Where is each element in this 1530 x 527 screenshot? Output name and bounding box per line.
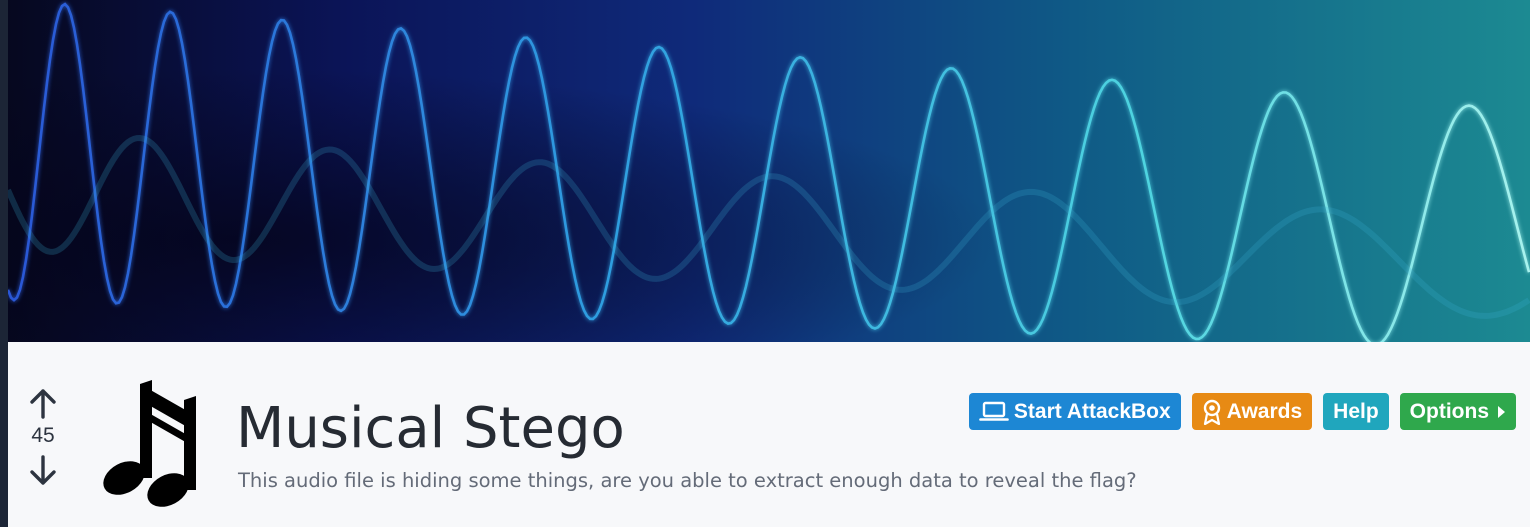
vote-widget: 45: [26, 386, 60, 488]
room-header-panel: 45 Musical Stego This audio file is hidi…: [8, 342, 1530, 527]
start-attackbox-button[interactable]: Start AttackBox: [968, 393, 1181, 430]
music-note-icon: [92, 378, 204, 510]
laptop-icon: [979, 400, 1009, 424]
awards-label: Awards: [1226, 399, 1303, 423]
room-title: Musical Stego: [236, 396, 625, 461]
room-actions: Start AttackBox Awards Help Options: [968, 393, 1516, 430]
options-label: Options: [1409, 399, 1489, 423]
start-attackbox-label: Start AttackBox: [1013, 399, 1171, 423]
room-description: This audio file is hiding some things, a…: [238, 469, 1137, 492]
awards-button[interactable]: Awards: [1191, 393, 1313, 430]
help-label: Help: [1333, 399, 1379, 423]
award-ribbon-icon: [1202, 399, 1222, 425]
arrow-down-icon[interactable]: [26, 454, 60, 488]
caret-right-icon: [1497, 405, 1506, 419]
room-banner-image: [8, 0, 1530, 342]
left-sidebar-edge: [0, 0, 8, 527]
room-page: 45 Musical Stego This audio file is hidi…: [0, 0, 1530, 527]
help-button[interactable]: Help: [1323, 393, 1389, 430]
arrow-up-icon[interactable]: [26, 386, 60, 420]
options-button[interactable]: Options: [1399, 393, 1516, 430]
vote-count: 45: [31, 424, 55, 447]
